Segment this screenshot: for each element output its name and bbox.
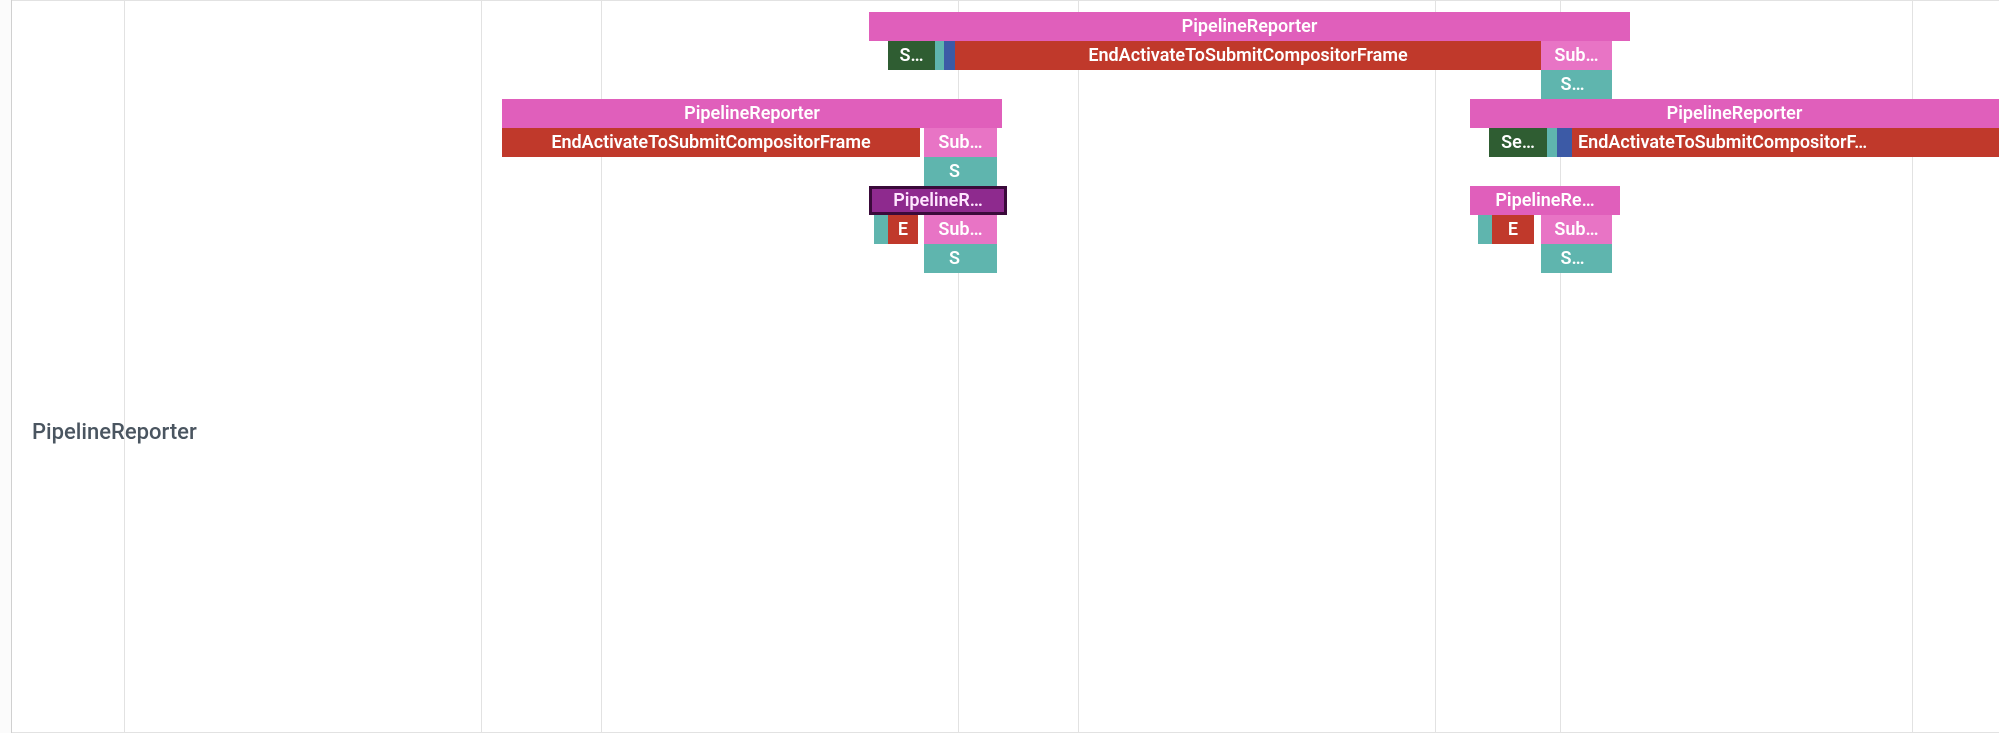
trace-slice[interactable]: S… [888,41,935,70]
trace-slice[interactable]: Sub… [1541,41,1612,70]
trace-slice[interactable]: PipelineRe… [1470,186,1620,215]
trace-slice[interactable]: E [1492,215,1534,244]
trace-slice[interactable] [1547,128,1557,157]
trace-slice[interactable]: Sub… [924,128,997,157]
rowline [12,0,1999,1]
trace-slice[interactable] [1590,244,1612,273]
trace-slice[interactable] [924,244,937,273]
trace-slice[interactable] [924,157,937,186]
trace-slice[interactable] [1590,70,1612,99]
trace-slice[interactable]: S… [1555,70,1590,99]
trace-slice[interactable] [944,41,955,70]
track-name-label: PipelineReporter [32,420,197,445]
track-label-panel [0,0,12,733]
trace-slice[interactable] [1478,215,1492,244]
timeline-area[interactable]: PipelineReporterS…EndActivateToSubmitCom… [12,0,1999,733]
trace-slice[interactable]: E [888,215,918,244]
trace-slice[interactable]: PipelineReporter [1470,99,1999,128]
gridline [124,0,125,733]
trace-slice[interactable] [935,41,944,70]
gridline [1078,0,1079,733]
trace-slice[interactable]: EndActivateToSubmitCompositorFrame [955,41,1541,70]
trace-slice[interactable]: Se… [1489,128,1547,157]
trace-slice[interactable] [1541,70,1555,99]
trace-slice[interactable]: S… [1555,244,1590,273]
trace-slice[interactable]: EndActivateToSubmitCompositorF… [1572,128,1999,157]
trace-slice[interactable]: EndActivateToSubmitCompositorFrame [502,128,920,157]
gridline [1435,0,1436,733]
trace-slice[interactable]: PipelineR… [869,186,1007,215]
trace-slice[interactable]: Sub… [1541,215,1612,244]
trace-slice[interactable]: Sub… [924,215,997,244]
trace-slice[interactable] [874,215,888,244]
trace-slice[interactable]: S [937,244,972,273]
gridline [481,0,482,733]
trace-slice[interactable]: PipelineReporter [502,99,1002,128]
trace-slice[interactable]: PipelineReporter [869,12,1630,41]
trace-slice[interactable] [1557,128,1572,157]
trace-slice[interactable] [972,157,997,186]
trace-slice[interactable]: S [937,157,972,186]
trace-slice[interactable] [1541,244,1555,273]
trace-slice[interactable] [972,244,997,273]
